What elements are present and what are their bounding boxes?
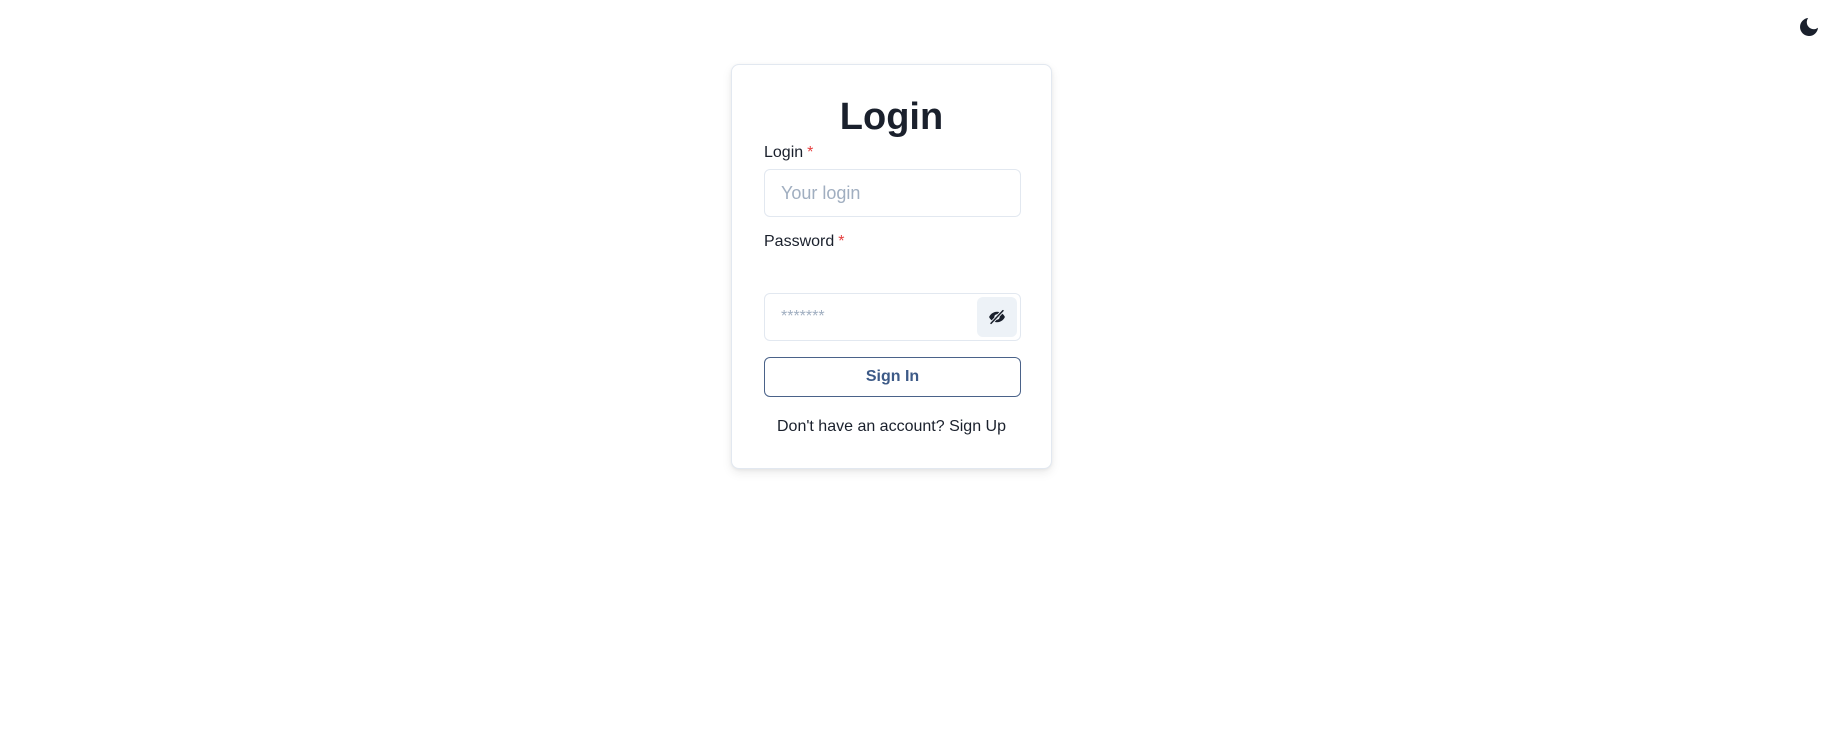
- password-label-text: Password: [764, 233, 835, 250]
- login-input[interactable]: [764, 169, 1021, 217]
- sign-in-button[interactable]: Sign In: [764, 357, 1021, 397]
- required-asterisk: *: [807, 144, 814, 161]
- signup-prompt: Don't have an account? Sign Up: [732, 417, 1051, 436]
- eye-off-icon: [989, 308, 1005, 326]
- sign-up-link[interactable]: Sign Up: [949, 418, 1006, 435]
- page-title: Login: [839, 96, 944, 138]
- theme-toggle-button[interactable]: [1795, 13, 1823, 41]
- moon-icon: [1800, 18, 1818, 36]
- login-card: Login Login* Password* Sign In Don't hav…: [731, 64, 1052, 469]
- required-asterisk: *: [838, 233, 845, 250]
- password-label: Password *: [764, 234, 844, 250]
- login-label: Login *: [764, 145, 813, 161]
- login-label-text: Login: [764, 144, 804, 161]
- toggle-password-visibility-button[interactable]: [977, 297, 1017, 337]
- signup-prompt-text: Don't have an account?: [777, 418, 945, 435]
